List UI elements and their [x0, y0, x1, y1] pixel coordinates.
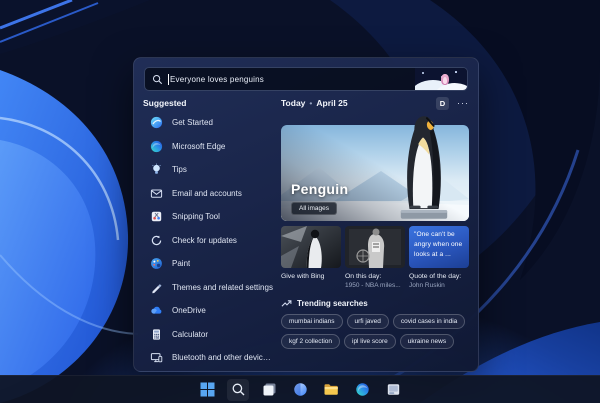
suggested-item-label: Check for updates — [172, 236, 237, 245]
edge-icon — [150, 140, 163, 153]
search-query-text: Everyone loves penguins — [170, 75, 264, 84]
trending-icon — [281, 298, 292, 308]
quote-text: "One can't be angry when one looks at a … — [409, 226, 469, 265]
card-caption-2: John Ruskin — [409, 281, 469, 290]
hero-card-penguin[interactable]: Penguin All images — [281, 125, 469, 221]
date-heading: Today • April 25 — [281, 98, 348, 108]
date-separator: • — [309, 98, 312, 108]
update-icon — [150, 234, 163, 247]
hero-title: Penguin — [291, 181, 348, 197]
suggested-item-label: Microsoft Edge — [172, 142, 225, 151]
task-view-icon[interactable] — [258, 379, 280, 401]
email-icon — [150, 187, 163, 200]
suggested-item-check-updates[interactable]: Check for updates — [142, 229, 274, 253]
suggested-item-bluetooth-devices[interactable]: Bluetooth and other devices sett... — [142, 346, 274, 370]
paint-icon — [150, 257, 163, 270]
card-give-with-bing[interactable]: Give with Bing — [281, 226, 341, 290]
search-flyout-panel: Everyone loves penguins Suggested Get St… — [133, 57, 479, 372]
user-avatar[interactable]: D — [436, 97, 449, 110]
suggested-item-calculator[interactable]: Calculator — [142, 323, 274, 347]
search-icon[interactable] — [227, 379, 249, 401]
card-caption: Quote of the day: — [409, 272, 469, 281]
trending-pills: mumbai indians urfi javed covid cases in… — [281, 314, 469, 349]
widgets-icon[interactable] — [289, 379, 311, 401]
trending-searches-section: Trending searches mumbai indians urfi ja… — [281, 298, 469, 349]
tips-icon — [150, 163, 163, 176]
more-options-icon[interactable]: ··· — [457, 99, 469, 107]
suggested-item-label: Snipping Tool — [172, 212, 220, 221]
card-caption: Give with Bing — [281, 272, 341, 281]
suggested-item-label: Themes and related settings — [172, 283, 273, 292]
card-on-this-day[interactable]: On this day: 1950 - NBA miles... — [345, 226, 405, 290]
info-cards-row: Give with Bing On this da — [281, 226, 469, 290]
suggested-item-paint[interactable]: Paint — [142, 252, 274, 276]
bluetooth-devices-icon — [150, 351, 163, 364]
windows-start-icon[interactable] — [196, 379, 218, 401]
card-caption: On this day: — [345, 272, 405, 281]
give-with-bing-image — [281, 226, 341, 268]
today-label: Today — [281, 98, 305, 108]
suggested-item-label: Email and accounts — [172, 189, 242, 198]
suggested-item-tips[interactable]: Tips — [142, 158, 274, 182]
edge-icon[interactable] — [351, 379, 373, 401]
snipping-tool-icon — [150, 210, 163, 223]
suggested-item-label: Calculator — [172, 330, 208, 339]
suggested-item-microsoft-edge[interactable]: Microsoft Edge — [142, 135, 274, 159]
quote-card: "One can't be angry when one looks at a … — [409, 226, 469, 268]
suggested-item-email-accounts[interactable]: Email and accounts — [142, 182, 274, 206]
search-input[interactable]: Everyone loves penguins — [144, 67, 468, 91]
suggested-heading: Suggested — [143, 98, 186, 108]
on-this-day-image — [345, 226, 405, 268]
card-quote-of-the-day[interactable]: "One can't be angry when one looks at a … — [409, 226, 469, 290]
suggested-item-get-started[interactable]: Get Started — [142, 111, 274, 135]
onedrive-icon — [150, 304, 163, 317]
trending-pill[interactable]: ukraine news — [400, 334, 454, 349]
trending-pill[interactable]: ipl live score — [344, 334, 396, 349]
trending-pill[interactable]: mumbai indians — [281, 314, 343, 329]
search-icon — [152, 74, 163, 85]
themes-icon — [150, 281, 163, 294]
date-value: April 25 — [316, 98, 347, 108]
trending-pill[interactable]: covid cases in india — [393, 314, 465, 329]
search-highlights-content: Today • April 25 D ··· — [281, 96, 469, 349]
trending-pill[interactable]: kgf 2 collection — [281, 334, 340, 349]
suggested-item-onedrive[interactable]: OneDrive — [142, 299, 274, 323]
trending-pill[interactable]: urfi javed — [347, 314, 389, 329]
card-caption-2: 1950 - NBA miles... — [345, 281, 405, 290]
suggested-list: Get Started Microsoft Edge Tips Email an… — [142, 111, 274, 370]
all-images-button[interactable]: All images — [291, 202, 337, 215]
suggested-item-themes[interactable]: Themes and related settings — [142, 276, 274, 300]
taskbar — [0, 375, 600, 403]
suggested-item-label: Bluetooth and other devices sett... — [172, 353, 274, 362]
suggested-item-snipping-tool[interactable]: Snipping Tool — [142, 205, 274, 229]
file-explorer-icon[interactable] — [320, 379, 342, 401]
suggested-item-label: Paint — [172, 259, 190, 268]
suggested-item-label: Tips — [172, 165, 187, 174]
trending-title: Trending searches — [297, 299, 368, 308]
get-started-icon — [150, 116, 163, 129]
calculator-icon — [150, 328, 163, 341]
text-caret — [168, 74, 169, 85]
suggested-item-label: OneDrive — [172, 306, 206, 315]
search-box-penguin-decoration — [415, 68, 467, 90]
app-window-icon[interactable] — [382, 379, 404, 401]
suggested-item-label: Get Started — [172, 118, 213, 127]
penguin-photo-cutout — [395, 112, 453, 221]
